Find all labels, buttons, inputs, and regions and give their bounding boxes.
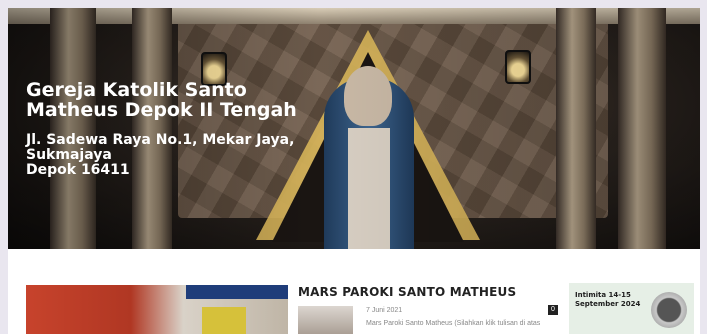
event-logo-icon	[651, 292, 687, 328]
event-card-title: Intimita 14-15 September 2024	[575, 291, 641, 308]
church-name: Gereja Katolik Santo Matheus Depok II Te…	[26, 79, 297, 121]
comment-count-badge[interactable]: 0	[548, 305, 558, 315]
post-thumbnail[interactable]	[298, 306, 353, 334]
photo-flag	[202, 307, 246, 334]
post-date: 7 Juni 2021	[366, 307, 403, 314]
post-title-link[interactable]: MARS PAROKI SANTO MATHEUS	[298, 285, 516, 299]
sidebar-event-card[interactable]: Intimita 14-15 September 2024	[569, 283, 694, 334]
hero-text: Gereja Katolik Santo Matheus Depok II Te…	[26, 80, 336, 178]
photo-banner	[186, 285, 288, 299]
church-address: Jl. Sadewa Raya No.1, Mekar Jaya, Sukmaj…	[26, 132, 295, 178]
hero-banner: Gereja Katolik Santo Matheus Depok II Te…	[8, 8, 700, 249]
post-excerpt: Mars Paroki Santo Matheus (Silahkan klik…	[366, 320, 541, 327]
featured-photo[interactable]	[26, 285, 288, 334]
page-frame: Gereja Katolik Santo Matheus Depok II Te…	[8, 8, 700, 334]
